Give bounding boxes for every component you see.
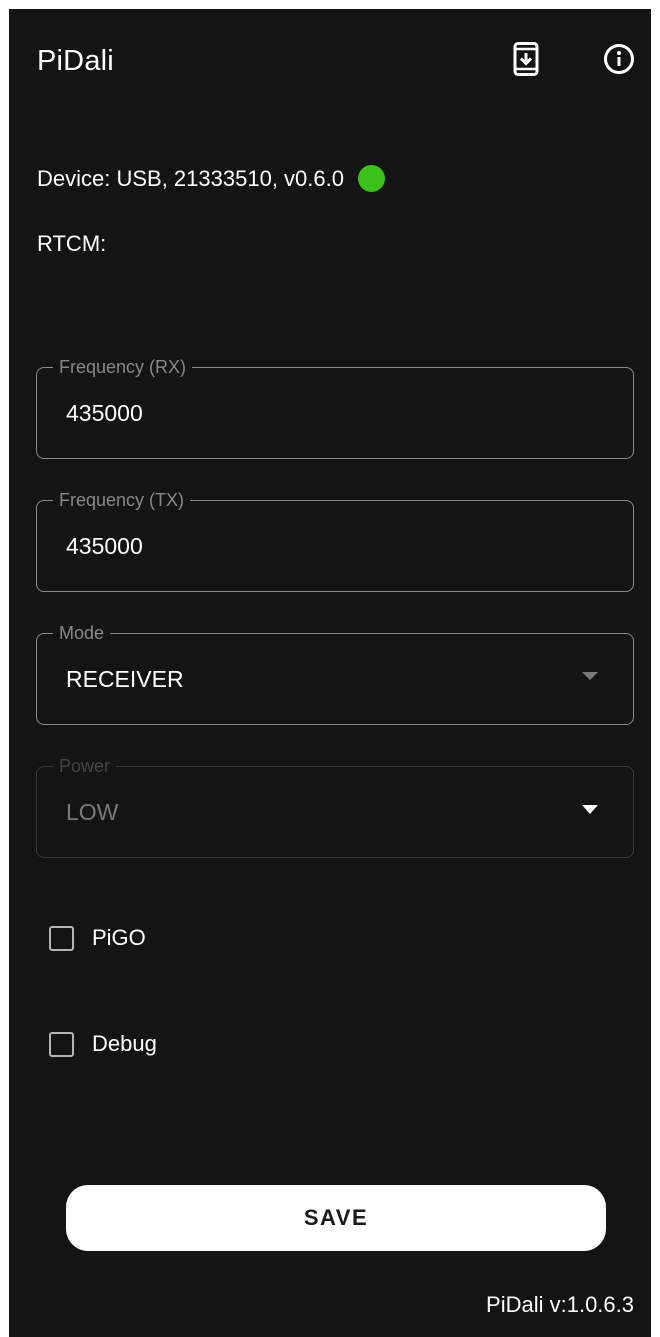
- power-outline: Power: [36, 757, 634, 858]
- app-bar: PiDali: [9, 9, 651, 113]
- mode-label: Mode: [59, 623, 105, 643]
- frequency-tx-value[interactable]: 435000: [66, 533, 143, 560]
- frequency-tx-label: Frequency (TX): [59, 490, 185, 510]
- pigo-checkbox[interactable]: PiGO: [49, 925, 146, 951]
- power-value: LOW: [66, 799, 119, 825]
- download-to-device-icon[interactable]: [506, 39, 546, 79]
- rtcm-status: RTCM:: [37, 231, 107, 256]
- connection-status-indicator: [357, 165, 385, 192]
- power-label: Power: [59, 756, 111, 776]
- debug-checkbox[interactable]: Debug: [49, 1031, 157, 1057]
- app-version: PiDali v:1.0.6.3: [486, 1292, 634, 1317]
- frequency-rx-field[interactable]: Frequency (RX) 435000: [36, 358, 634, 459]
- device-status: Device: USB, 21333510, v0.6.0: [37, 165, 385, 192]
- debug-checkbox-box[interactable]: [49, 1031, 74, 1057]
- save-button[interactable]: SAVE: [66, 1185, 606, 1251]
- app-screen: PiDali Device: USB, 21333510, v0.6.0 RTC…: [9, 9, 651, 1337]
- pigo-checkbox-label: PiGO: [92, 925, 146, 950]
- device-status-text: Device: USB, 21333510, v0.6.0: [37, 165, 344, 191]
- pigo-checkbox-box[interactable]: [49, 925, 74, 951]
- info-icon[interactable]: [599, 39, 639, 79]
- mode-select[interactable]: Mode RECEIVER: [36, 624, 634, 725]
- debug-checkbox-label: Debug: [92, 1031, 157, 1056]
- frequency-rx-label: Frequency (RX): [59, 357, 187, 377]
- chevron-down-icon[interactable]: [582, 672, 598, 680]
- frequency-rx-value[interactable]: 435000: [66, 400, 143, 427]
- power-select: Power LOW: [36, 757, 634, 858]
- mode-value: RECEIVER: [66, 666, 184, 692]
- chevron-down-icon[interactable]: [582, 805, 598, 814]
- frequency-tx-field[interactable]: Frequency (TX) 435000: [36, 491, 634, 592]
- app-title: PiDali: [37, 45, 114, 77]
